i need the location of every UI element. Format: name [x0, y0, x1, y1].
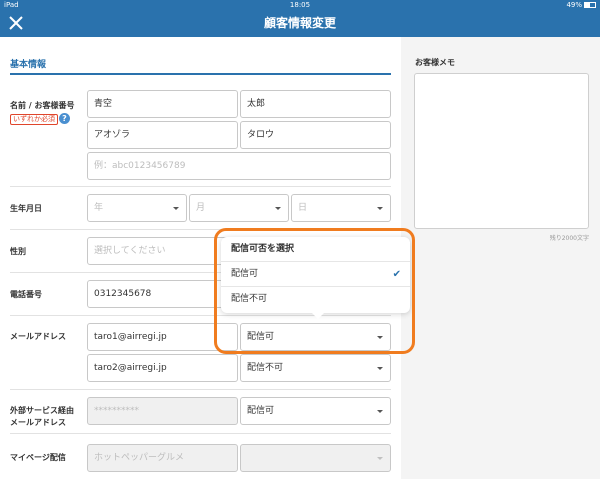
chevron-down-icon — [377, 207, 383, 210]
chevron-down-icon — [377, 457, 383, 460]
first-name-input[interactable]: 太郎 — [240, 90, 391, 118]
external-email-label-line1: 外部サービス経由 — [10, 406, 74, 415]
chevron-down-icon — [275, 207, 281, 210]
phone-label: 電話番号 — [10, 290, 42, 299]
name-label: 名前 / お客様番号 — [10, 101, 75, 110]
birth-day-select[interactable]: 日 — [291, 194, 391, 222]
mypage-delivery-select — [240, 444, 391, 472]
section-title: 基本情報 — [10, 60, 47, 70]
battery-indicator: 49% — [566, 0, 596, 10]
highlight-annotation — [214, 228, 415, 354]
email2-delivery-select[interactable]: 配信不可 — [240, 354, 391, 382]
birth-year-select[interactable]: 年 — [87, 194, 187, 222]
gender-label: 性別 — [10, 247, 26, 256]
row-divider — [10, 389, 391, 390]
battery-percent: 49% — [566, 1, 582, 9]
customer-number-input[interactable]: 例：abc0123456789 — [87, 152, 391, 180]
clock: 18:05 — [289, 1, 311, 9]
memo-panel: お客様メモ 残り2000文字 — [401, 37, 600, 479]
chevron-down-icon — [377, 367, 383, 370]
memo-textarea[interactable] — [414, 73, 589, 229]
help-icon[interactable]: ? — [59, 113, 70, 124]
memo-char-counter: 残り2000文字 — [549, 235, 589, 242]
row-divider — [10, 186, 391, 187]
page-title: 顧客情報変更 — [263, 16, 336, 30]
external-email-input: ********** — [87, 397, 238, 425]
mypage-service-input: ホットペッパーグルメ — [87, 444, 238, 472]
external-delivery-select[interactable]: 配信可 — [240, 397, 391, 425]
memo-label: お客様メモ — [415, 58, 455, 67]
birth-month-value: 月 — [196, 203, 206, 213]
required-badge: いずれか必須 — [10, 114, 58, 125]
battery-icon — [584, 2, 596, 8]
birth-year-value: 年 — [94, 203, 104, 213]
email-label: メールアドレス — [10, 332, 66, 341]
row-divider — [10, 433, 391, 434]
external-delivery-value: 配信可 — [247, 406, 275, 416]
last-name-input[interactable]: 青空 — [87, 90, 238, 118]
chevron-down-icon — [173, 207, 179, 210]
birth-day-value: 日 — [298, 203, 308, 213]
mypage-label: マイページ配信 — [10, 453, 66, 462]
status-bar: iPad 18:05 49% — [0, 0, 600, 10]
first-name-kana-input[interactable]: タロウ — [240, 121, 391, 149]
last-name-kana-input[interactable]: アオゾラ — [87, 121, 238, 149]
external-email-label-line2: メールアドレス — [10, 418, 66, 427]
gender-value: 選択してください — [94, 246, 166, 256]
birthday-label: 生年月日 — [10, 204, 42, 213]
birth-month-select[interactable]: 月 — [189, 194, 289, 222]
email2-delivery-value: 配信不可 — [247, 363, 284, 373]
chevron-down-icon — [377, 410, 383, 413]
email2-input[interactable]: taro2@airregi.jp — [87, 354, 238, 382]
section-divider — [10, 73, 391, 75]
nav-bar: 顧客情報変更 — [0, 10, 600, 37]
